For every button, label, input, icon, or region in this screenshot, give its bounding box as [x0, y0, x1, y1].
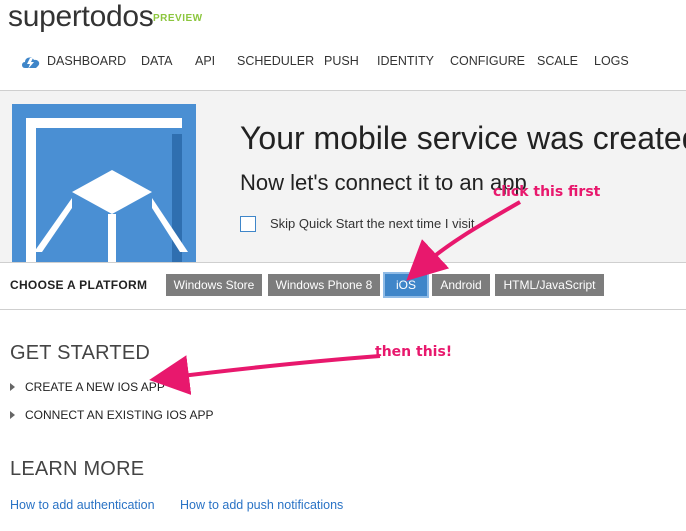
connect-existing-ios-app-label: CONNECT AN EXISTING IOS APP — [25, 408, 214, 422]
banner-subtitle: Now let's connect it to an app — [240, 170, 527, 195]
nav-logs[interactable]: LOGS — [594, 54, 629, 68]
platform-windows-store[interactable]: Windows Store — [166, 274, 262, 296]
nav-push[interactable]: PUSH — [324, 54, 359, 68]
annotation-click-first: click this first — [493, 184, 601, 200]
nav-configure[interactable]: CONFIGURE — [450, 54, 525, 68]
create-new-ios-app-label: CREATE A NEW IOS APP — [25, 380, 165, 394]
learn-more-heading: LEARN MORE — [10, 458, 145, 480]
connect-existing-ios-app[interactable]: CONNECT AN EXISTING IOS APP — [10, 408, 214, 422]
app-title: supertodos — [8, 0, 154, 33]
get-started-heading: GET STARTED — [10, 342, 151, 364]
skip-quickstart-label: Skip Quick Start the next time I visit — [270, 216, 475, 231]
nav-data[interactable]: DATA — [141, 54, 172, 68]
annotation-then-this: then this! — [375, 344, 453, 360]
skip-quickstart-checkbox[interactable] — [240, 216, 256, 232]
cloud-bolt-icon[interactable] — [20, 54, 42, 70]
nav-scheduler[interactable]: SCHEDULER — [237, 54, 314, 68]
nav-dashboard[interactable]: DASHBOARD — [47, 54, 126, 68]
preview-badge: PREVIEW — [153, 13, 203, 24]
platform-label: CHOOSE A PLATFORM — [10, 278, 148, 292]
mobile-device-icon — [12, 104, 196, 262]
platform-android[interactable]: Android — [432, 274, 490, 296]
nav-scale[interactable]: SCALE — [537, 54, 578, 68]
expand-triangle-icon — [10, 411, 15, 419]
link-add-authentication[interactable]: How to add authentication — [10, 498, 155, 512]
link-add-push-notifications[interactable]: How to add push notifications — [180, 498, 343, 512]
platform-ios[interactable]: iOS — [383, 272, 429, 298]
create-new-ios-app[interactable]: CREATE A NEW IOS APP — [10, 380, 165, 394]
platform-html-javascript[interactable]: HTML/JavaScript — [495, 274, 604, 296]
nav-identity[interactable]: IDENTITY — [377, 54, 434, 68]
expand-triangle-icon — [10, 383, 15, 391]
nav-api[interactable]: API — [195, 54, 215, 68]
banner-title: Your mobile service was created. — [240, 120, 686, 156]
platform-windows-phone-8[interactable]: Windows Phone 8 — [268, 274, 380, 296]
